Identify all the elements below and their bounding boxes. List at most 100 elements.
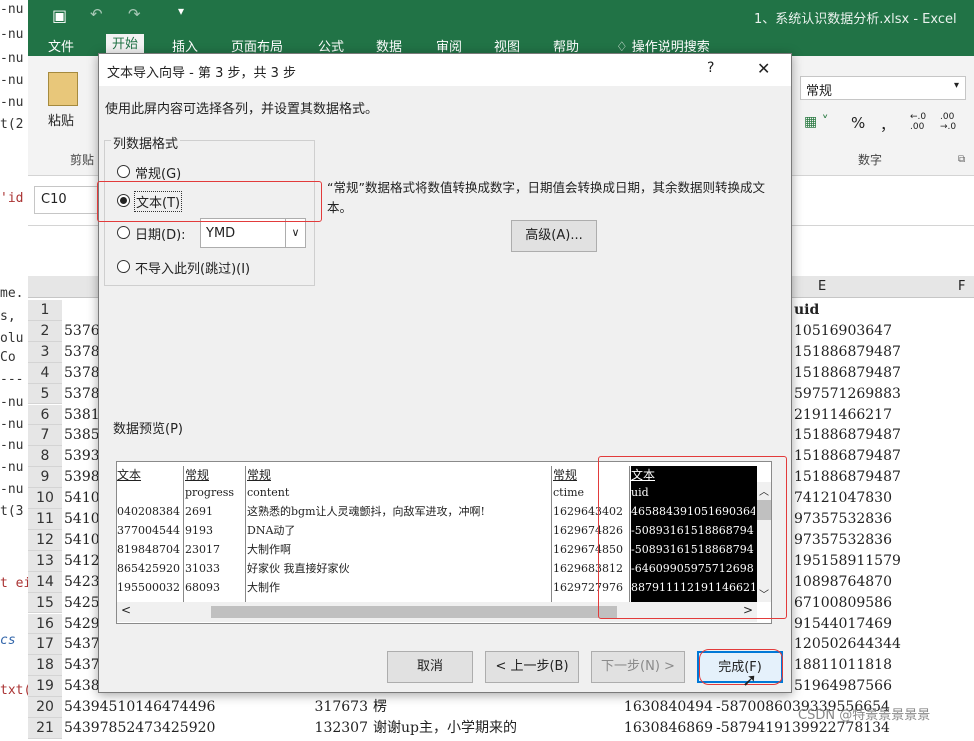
preview-column-header[interactable]: 文本	[117, 466, 183, 484]
scroll-left-icon[interactable]: <	[121, 603, 131, 617]
cell-a[interactable]: 5412	[64, 551, 98, 571]
row-number[interactable]: 7	[28, 425, 62, 447]
column-header-e[interactable]: E	[818, 279, 826, 294]
cell-d[interactable]: 1630846869	[613, 718, 713, 738]
back-button[interactable]: < 上一步(B)	[485, 651, 579, 683]
cancel-button[interactable]: 取消	[387, 651, 473, 683]
row-number[interactable]: 5	[28, 383, 62, 405]
save-icon[interactable]: ▣	[52, 6, 67, 25]
cell-e[interactable]: 151886879487	[794, 363, 918, 383]
accounting-format-icon[interactable]: ▦ ˅	[804, 114, 829, 130]
cell-b[interactable]: 317673	[308, 697, 368, 717]
row-number[interactable]: 15	[28, 592, 62, 614]
cell-a[interactable]: 5398	[64, 467, 98, 487]
cell-e[interactable]: 10898764870	[794, 572, 918, 592]
cell-a[interactable]: 5376	[64, 321, 98, 341]
row-number[interactable]: 16	[28, 613, 62, 635]
row-number[interactable]: 17	[28, 634, 62, 656]
cell-e[interactable]: 120502644344	[794, 634, 918, 654]
row-number[interactable]: 19	[28, 676, 62, 698]
cell-e[interactable]: 18811011818	[794, 655, 918, 675]
cell-a[interactable]: 5410	[64, 530, 98, 550]
row-number[interactable]: 21	[28, 718, 62, 739]
decrease-decimal-button[interactable]: .00 →.0	[940, 112, 964, 132]
row-number[interactable]: 4	[28, 362, 62, 384]
preview-column-header[interactable]: 常规	[247, 466, 547, 484]
help-button[interactable]: ?	[707, 60, 714, 76]
date-format-select[interactable]: YMD ∨	[200, 218, 306, 248]
general-radio-label[interactable]: 常规(G)	[135, 163, 181, 182]
paste-button-label[interactable]: 粘贴	[48, 110, 74, 129]
cell-e[interactable]: 151886879487	[794, 446, 918, 466]
row-number[interactable]: 8	[28, 446, 62, 468]
cell-a[interactable]: 5429	[64, 614, 98, 634]
cell-a[interactable]: 5378	[64, 384, 98, 404]
cell-a[interactable]: 5410	[64, 509, 98, 529]
cell-a[interactable]: 5385	[64, 425, 98, 445]
cell-e[interactable]: 10516903647	[794, 321, 918, 341]
cell-a[interactable]: 5438	[64, 676, 98, 696]
cell-e[interactable]: 151886879487	[794, 425, 918, 445]
cell-e[interactable]: 195158911579	[794, 551, 918, 571]
date-radio[interactable]	[117, 226, 130, 239]
close-button[interactable]: ✕	[757, 59, 770, 78]
skip-column-radio[interactable]	[117, 260, 130, 273]
cell-a[interactable]: 5378	[64, 363, 98, 383]
cell-e[interactable]: 21911466217	[794, 405, 918, 425]
cell-e[interactable]: uid	[794, 300, 918, 320]
cell-e[interactable]: 51964987566	[794, 676, 918, 696]
cell-e[interactable]: 67100809586	[794, 593, 918, 613]
cell-e[interactable]: 151886879487	[794, 342, 918, 362]
cell-e[interactable]: 91544017469	[794, 614, 918, 634]
percent-style-button[interactable]: %	[851, 114, 865, 132]
row-number[interactable]: 20	[28, 697, 62, 719]
cell-a[interactable]: 5437	[64, 655, 98, 675]
increase-decimal-button[interactable]: ←.0 .00	[910, 112, 934, 132]
redo-icon[interactable]: ↷	[128, 5, 141, 23]
cell-a[interactable]: 5437	[64, 634, 98, 654]
cell-a[interactable]: 5378	[64, 342, 98, 362]
cell-c[interactable]: 谢谢up主，小学期来的	[373, 718, 573, 738]
cell-a[interactable]: 5393	[64, 446, 98, 466]
cell-c[interactable]: 楞	[373, 697, 573, 717]
name-box[interactable]: C10	[34, 186, 104, 214]
row-number[interactable]: 12	[28, 529, 62, 551]
row-number[interactable]: 1	[28, 300, 62, 321]
cell-e[interactable]: 74121047830	[794, 488, 918, 508]
cell-a[interactable]: 54397852473425920	[64, 718, 254, 738]
advanced-button[interactable]: 高级(A)...	[511, 220, 597, 252]
row-number[interactable]: 11	[28, 509, 62, 530]
paste-icon[interactable]	[48, 72, 78, 106]
cell-e[interactable]: 97357532836	[794, 530, 918, 550]
cell-a[interactable]: 5425	[64, 593, 98, 613]
row-number[interactable]: 6	[28, 404, 62, 426]
general-radio[interactable]	[117, 165, 130, 178]
comma-style-button[interactable]: ，	[880, 114, 895, 135]
cell-a[interactable]: 5423	[64, 572, 98, 592]
tab-file[interactable]: 文件	[48, 36, 74, 55]
undo-icon[interactable]: ↶	[90, 5, 103, 23]
preview-column-header[interactable]: 常规	[185, 466, 245, 484]
dialog-launcher-icon[interactable]: ⧉	[958, 154, 965, 165]
cell-a[interactable]: 5410	[64, 488, 98, 508]
cell-e[interactable]: 97357532836	[794, 509, 918, 529]
cell-a[interactable]: 5381	[64, 405, 98, 425]
quick-access-menu-icon[interactable]: ▾	[178, 4, 184, 18]
cell-a[interactable]: 54394510146474496	[64, 697, 254, 717]
row-number[interactable]: 18	[28, 655, 62, 677]
row-number[interactable]: 14	[28, 571, 62, 593]
scrollbar-thumb[interactable]	[211, 606, 617, 618]
number-format-select[interactable]: 常规 ▾	[800, 76, 966, 100]
skip-column-radio-label[interactable]: 不导入此列(跳过)(I)	[135, 258, 250, 277]
row-number[interactable]: 3	[28, 341, 62, 363]
cell-e[interactable]: 597571269883	[794, 384, 918, 404]
date-radio-label[interactable]: 日期(D):	[135, 224, 186, 243]
row-number[interactable]: 2	[28, 320, 62, 342]
row-number[interactable]: 13	[28, 550, 62, 572]
row-number[interactable]: 9	[28, 467, 62, 489]
cell-b[interactable]: 132307	[308, 718, 368, 738]
next-button[interactable]: 下一步(N) >	[591, 651, 685, 683]
column-header-f[interactable]: F	[958, 279, 965, 294]
cell-e[interactable]: 151886879487	[794, 467, 918, 487]
row-number[interactable]: 10	[28, 488, 62, 509]
